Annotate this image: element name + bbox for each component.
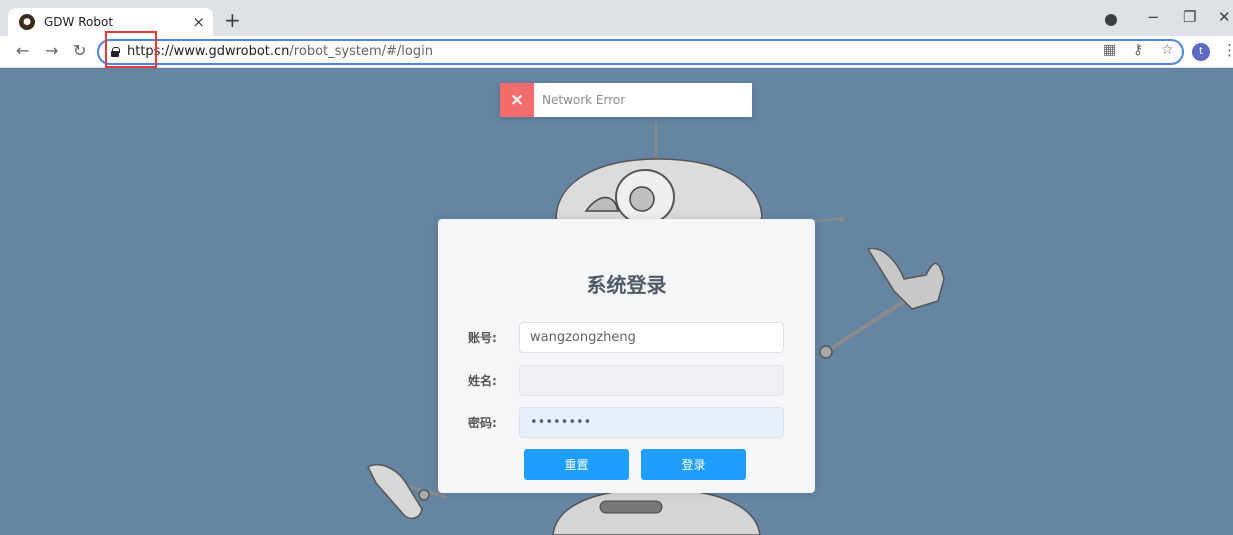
forward-icon[interactable]: → (45, 41, 58, 60)
url-text[interactable]: https://www.gdwrobot.cn/robot_system/#/l… (127, 44, 433, 59)
close-window-icon[interactable]: ✕ (1218, 8, 1231, 26)
tab-close-icon[interactable]: × (192, 13, 205, 31)
address-bar[interactable]: https://www.gdwrobot.cn/robot_system/#/l… (97, 39, 1184, 65)
robot-teeth (599, 500, 663, 514)
minimize-icon[interactable]: − (1147, 8, 1160, 26)
login-panel: 系统登录 账号: 姓名: 密码: 重置 登录 (438, 219, 815, 493)
new-tab-button[interactable]: + (224, 10, 241, 30)
key-icon[interactable]: ⚷ (1133, 42, 1143, 58)
password-input[interactable] (519, 407, 784, 438)
error-close-icon: × (500, 83, 534, 117)
profile-menu-icon[interactable] (1105, 14, 1117, 26)
login-title: 系统登录 (586, 273, 667, 297)
https-highlight-box (105, 31, 157, 68)
restore-icon[interactable]: ❐ (1183, 8, 1196, 26)
bookmark-star-icon[interactable]: ☆ (1161, 42, 1174, 58)
account-row: 账号: (468, 322, 788, 353)
robot-left-hand (367, 463, 423, 520)
browser-toolbar: ← → ↻ https://www.gdwrobot.cn/robot_syst… (0, 36, 1233, 68)
password-row: 密码: (468, 407, 788, 438)
robot-side-antenna (814, 218, 841, 222)
robot-left-joint (418, 489, 430, 501)
login-page: × Network Error 系统登录 账号: 姓名: 密码: 重置 登录 (8, 69, 1233, 535)
browser-menu-icon[interactable]: ⋮ (1222, 41, 1233, 59)
robot-hand (866, 247, 945, 310)
error-toast: × Network Error (500, 83, 752, 117)
tab-title: GDW Robot (44, 15, 114, 29)
robot-elbow-joint (819, 345, 833, 359)
robot-arm (824, 297, 910, 354)
profile-avatar[interactable]: t (1192, 43, 1210, 61)
robot-pupil (629, 186, 655, 212)
qr-code-icon[interactable]: ▦ (1103, 42, 1116, 58)
reset-button[interactable]: 重置 (524, 449, 629, 480)
name-input (519, 365, 784, 396)
reload-icon[interactable]: ↻ (73, 41, 86, 60)
site-favicon-icon: ● (19, 14, 35, 30)
account-label: 账号: (468, 331, 497, 345)
browser-tab-strip: ● GDW Robot × + − ❐ ✕ (0, 0, 1233, 36)
name-label: 姓名: (468, 374, 497, 388)
login-button[interactable]: 登录 (641, 449, 746, 480)
name-row: 姓名: (468, 365, 788, 396)
toast-message: Network Error (542, 93, 626, 107)
back-icon[interactable]: ← (16, 41, 29, 60)
account-input[interactable] (519, 322, 784, 353)
robot-antenna-tip (839, 216, 845, 222)
password-label: 密码: (468, 416, 497, 430)
